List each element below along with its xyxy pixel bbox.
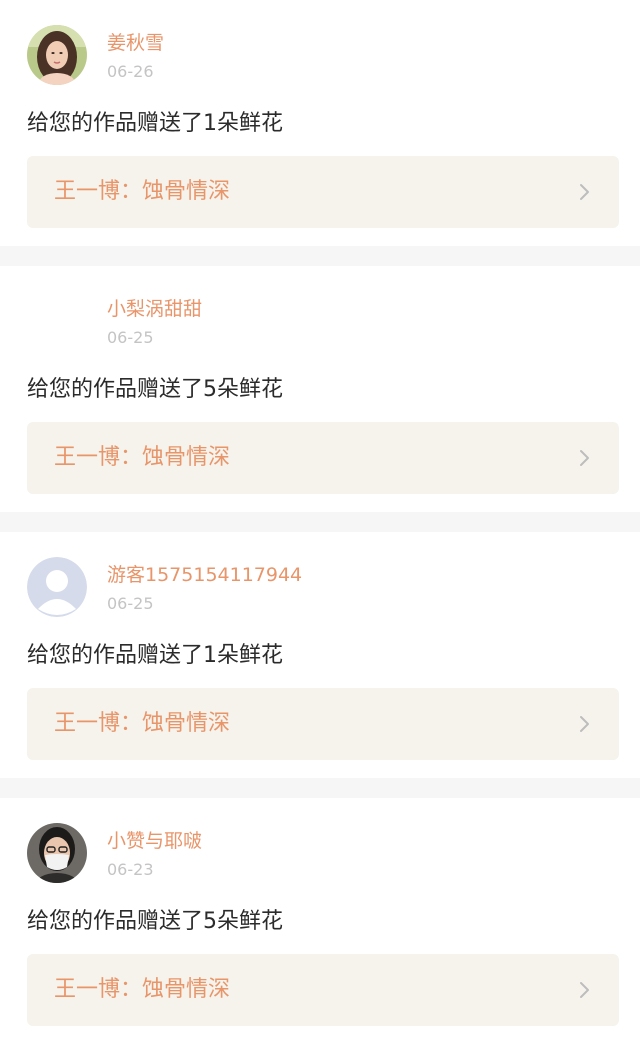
chevron-right-icon — [580, 450, 589, 466]
gift-message: 给您的作品赠送了1朵鲜花 — [27, 643, 283, 668]
gift-message: 给您的作品赠送了5朵鲜花 — [27, 909, 283, 934]
work-title: 王一博：蚀骨情深 — [54, 711, 231, 736]
user-name[interactable]: 小赞与耶啵 — [107, 829, 202, 853]
user-avatar[interactable] — [27, 25, 87, 85]
work-link[interactable]: 王一博：蚀骨情深 — [27, 156, 619, 228]
user-name[interactable]: 小梨涡甜甜 — [107, 297, 202, 321]
default-user-icon — [27, 557, 87, 617]
chevron-right-icon — [580, 982, 589, 998]
work-title: 王一博：蚀骨情深 — [54, 179, 231, 204]
user-avatar[interactable] — [27, 823, 87, 883]
user-name[interactable]: 游客1575154117944 — [107, 563, 302, 587]
avatar-photo-masked — [27, 823, 87, 883]
user-name[interactable]: 姜秋雪 — [107, 31, 164, 55]
work-title: 王一博：蚀骨情深 — [54, 445, 231, 470]
gift-date: 06-23 — [107, 860, 154, 879]
gift-feed: 姜秋雪 06-26 给您的作品赠送了1朵鲜花 王一博：蚀骨情深 小梨涡甜甜 06… — [0, 0, 640, 1044]
gift-item: 姜秋雪 06-26 给您的作品赠送了1朵鲜花 王一博：蚀骨情深 — [0, 0, 640, 246]
gift-message: 给您的作品赠送了1朵鲜花 — [27, 111, 283, 136]
user-avatar[interactable] — [27, 291, 87, 351]
gift-item: 小梨涡甜甜 06-25 给您的作品赠送了5朵鲜花 王一博：蚀骨情深 — [0, 266, 640, 512]
work-link[interactable]: 王一博：蚀骨情深 — [27, 688, 619, 760]
gift-message: 给您的作品赠送了5朵鲜花 — [27, 377, 283, 402]
work-link[interactable]: 王一博：蚀骨情深 — [27, 422, 619, 494]
gift-item: 游客1575154117944 06-25 给您的作品赠送了1朵鲜花 王一博：蚀… — [0, 532, 640, 778]
work-title: 王一博：蚀骨情深 — [54, 977, 231, 1002]
user-avatar[interactable] — [27, 557, 87, 617]
gift-date: 06-25 — [107, 594, 154, 613]
gift-item: 小赞与耶啵 06-23 给您的作品赠送了5朵鲜花 王一博：蚀骨情深 — [0, 798, 640, 1044]
avatar-photo-woman — [27, 25, 87, 85]
separator — [0, 512, 640, 532]
chevron-right-icon — [580, 184, 589, 200]
work-link[interactable]: 王一博：蚀骨情深 — [27, 954, 619, 1026]
separator — [0, 246, 640, 266]
separator — [0, 778, 640, 798]
gift-date: 06-25 — [107, 328, 154, 347]
gift-date: 06-26 — [107, 62, 154, 81]
chevron-right-icon — [580, 716, 589, 732]
